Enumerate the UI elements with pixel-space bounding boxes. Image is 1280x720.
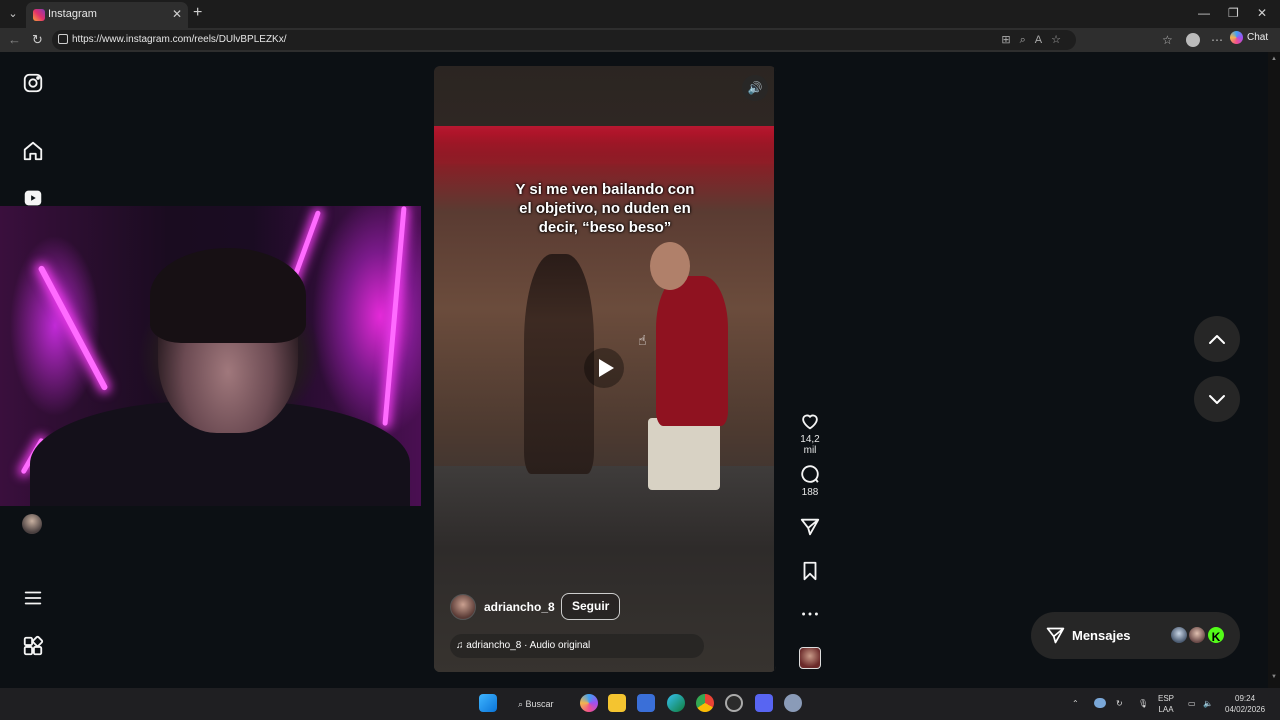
messages-label: Mensajes [1072,628,1131,643]
message-avatar [1187,625,1207,645]
minimize-icon[interactable]: — [1198,6,1210,20]
comment-count: 188 [801,487,819,498]
tray-overflow-icon[interactable]: ⌃ [1072,698,1079,709]
instagram-logo-icon[interactable] [22,72,44,94]
site-info-icon[interactable] [58,34,68,44]
more-options-icon[interactable]: ⋯ [1211,33,1223,47]
close-tab-icon[interactable]: ✕ [172,7,182,21]
send-icon [1046,627,1065,644]
video-scene [656,276,728,426]
url-text[interactable]: https://www.instagram.com/reels/DUlvBPLE… [72,34,287,45]
tab-title: Instagram [48,8,97,20]
settings-icon[interactable] [784,694,802,712]
caption-line: Y si me ven bailando con [515,181,695,198]
edge-icon[interactable] [667,694,685,712]
share-button[interactable] [793,516,827,538]
page-scrollbar[interactable]: ▲ ▼ [1268,52,1280,688]
caption-line: decir, “beso beso” [538,219,672,236]
chrome-icon[interactable] [696,694,714,712]
author-avatar[interactable] [450,594,476,620]
copilot-chat-button[interactable]: Chat [1230,31,1268,49]
language-indicator[interactable]: ESP LAA [1158,693,1174,715]
play-button[interactable] [584,348,624,388]
chevron-down-icon [1209,395,1225,404]
home-icon[interactable] [22,140,44,162]
back-icon[interactable]: ← [8,32,21,47]
profile-avatar[interactable] [22,514,42,534]
streamer-hair [150,248,306,343]
discord-icon[interactable] [755,694,773,712]
previous-reel-button[interactable] [1194,316,1240,362]
instagram-favicon-icon [33,9,45,21]
windows-taskbar: ⌕ Buscar ⌃ ↻ 🎙 ESP LAA ▭ 🔈 09:24 04/02/2… [0,688,1280,720]
save-button[interactable] [793,560,827,582]
neon-light [37,264,109,392]
taskbar-search[interactable]: ⌕ Buscar [510,693,568,715]
comment-icon [801,465,819,483]
copilot-icon [1230,31,1243,44]
favorites-icon[interactable]: ☆ [1162,33,1173,47]
audio-label: adriancho_8 · Audio original [466,640,591,651]
audio-track-link[interactable]: ♫ adriancho_8 · Audio original [450,634,704,658]
address-bar[interactable]: https://www.instagram.com/reels/DUlvBPLE… [52,30,1076,50]
video-scene [650,242,690,290]
microphone-icon[interactable]: 🎙 [1138,698,1148,709]
video-scene [648,418,720,490]
more-options-button[interactable] [793,603,827,625]
clock[interactable]: 09:24 04/02/2026 [1225,693,1265,715]
next-reel-button[interactable] [1194,376,1240,422]
reel-video[interactable]: Y si me ven bailando con el objetivo, no… [434,66,776,672]
video-scene [434,126,776,166]
neon-light [382,206,407,426]
send-icon [800,518,820,536]
file-explorer-icon[interactable] [608,694,626,712]
more-apps-icon[interactable] [22,635,44,657]
keyboard-layout: LAA [1158,705,1174,714]
restore-icon[interactable]: ❐ [1228,6,1239,20]
webcam-overlay [0,206,421,506]
store-icon[interactable] [637,694,655,712]
sound-toggle-icon[interactable]: 🔊 [742,75,768,101]
comment-button[interactable]: 188 [793,463,827,498]
browser-tab[interactable]: Instagram ✕ [26,2,188,28]
clock-date: 04/02/2026 [1225,705,1266,714]
message-avatar [1169,625,1189,645]
author-username[interactable]: adriancho_8 [484,600,555,614]
address-bar-actions-icon[interactable]: ⊞⌕A☆ [1001,33,1070,47]
sync-icon[interactable]: ↻ [1116,698,1123,709]
tab-actions-icon[interactable]: ⌄ [4,5,22,23]
browser-toolbar: ← ↻ https://www.instagram.com/reels/DUlv… [0,28,1280,52]
menu-icon[interactable] [22,587,44,609]
reel-edge [774,66,776,672]
start-icon[interactable] [479,694,497,712]
video-caption: Y si me ven bailando con el objetivo, no… [434,180,776,237]
mouse-cursor-icon: ☝ [638,332,647,348]
audio-thumbnail[interactable] [799,647,821,669]
network-icon[interactable]: ▭ [1188,698,1196,709]
new-tab-icon[interactable]: + [193,4,202,22]
chat-label: Chat [1247,32,1269,44]
language-code: ESP [1158,694,1175,703]
refresh-icon[interactable]: ↻ [32,32,43,48]
caption-line: el objetivo, no duden en [519,200,691,217]
scroll-up-icon[interactable]: ▲ [1271,56,1277,62]
like-button[interactable]: 14,2 mil [793,410,827,456]
obs-icon[interactable] [725,694,743,712]
ellipsis-icon [802,612,818,616]
kick-badge-icon: K [1206,625,1226,645]
heart-icon [802,414,818,430]
chevron-up-icon [1209,335,1225,344]
onedrive-icon[interactable] [1094,698,1106,708]
bookmark-icon [803,561,817,581]
profile-icon[interactable] [1186,33,1200,47]
follow-button[interactable]: Seguir [561,593,621,620]
scroll-down-icon[interactable]: ▼ [1271,674,1277,680]
copilot-icon[interactable] [580,694,598,712]
search-label: Buscar [525,699,554,709]
like-count: 14,2 mil [800,434,820,456]
clock-time: 09:24 [1235,694,1256,703]
close-window-icon[interactable]: ✕ [1257,6,1267,20]
volume-icon[interactable]: 🔈 [1203,698,1213,709]
browser-tabbar: ⌄ Instagram ✕ + — ❐ ✕ [0,0,1280,28]
